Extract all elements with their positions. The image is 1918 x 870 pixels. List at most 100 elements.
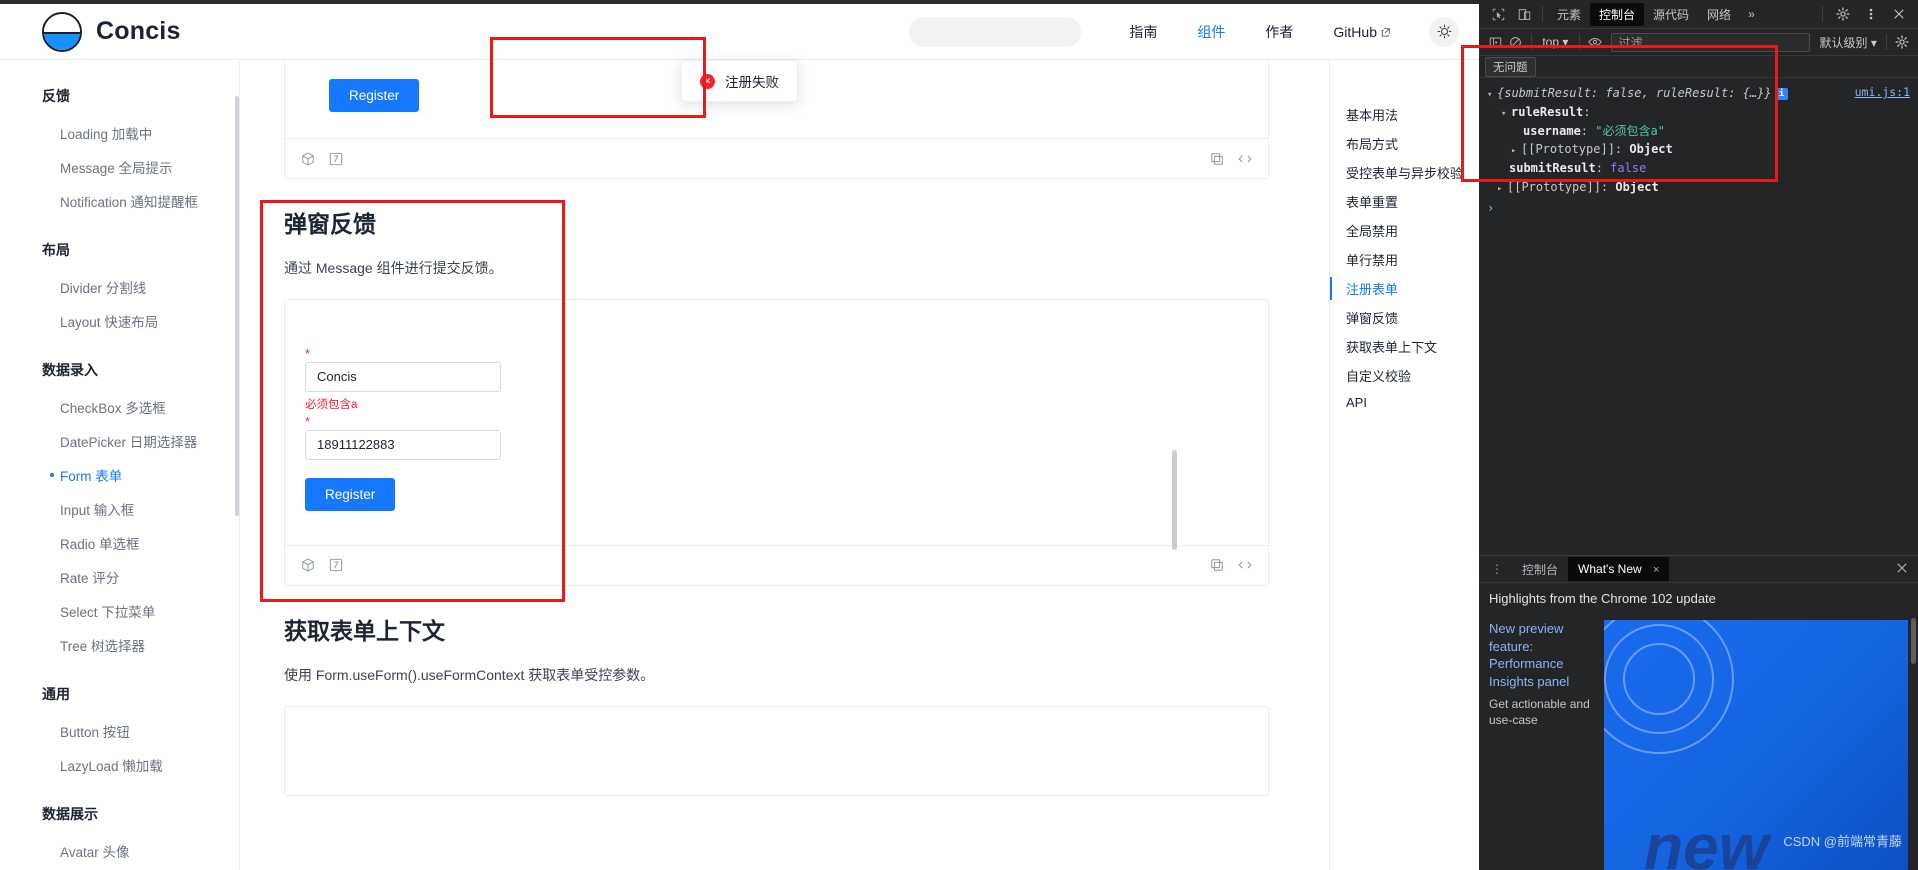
log-key: [[Prototype]] — [1507, 180, 1601, 194]
nav-label: 组件 — [1197, 23, 1226, 40]
vertical-dots-icon[interactable] — [1858, 2, 1884, 26]
codesandbox-icon[interactable] — [301, 151, 315, 166]
toast-message: 注册失败 — [725, 75, 779, 90]
nav-item-github[interactable]: GitHub — [1333, 24, 1391, 40]
sidebar-item-input[interactable]: Input 输入框 — [0, 492, 239, 526]
copy-icon[interactable] — [1210, 152, 1224, 166]
log-key: [[Prototype]] — [1521, 142, 1615, 157]
sidebar-item-select[interactable]: Select 下拉菜单 — [0, 594, 239, 628]
screenshot-root: Concis 指南 组件 作者 GitHub 反馈 Loading 加载中 Me… — [0, 0, 1918, 870]
expand-triangle-icon[interactable]: ▾ — [1501, 108, 1511, 122]
issues-status-chip[interactable]: 无问题 — [1485, 56, 1536, 77]
expand-triangle-icon[interactable]: ▸ — [1497, 183, 1507, 197]
stackblitz-icon[interactable] — [329, 152, 343, 166]
console-prompt[interactable]: › — [1479, 197, 1918, 220]
devtools-more-tabs-icon[interactable]: » — [1740, 7, 1763, 21]
gear-icon[interactable] — [1830, 2, 1856, 26]
console-sidebar-icon[interactable] — [1485, 30, 1505, 54]
clear-console-icon[interactable] — [1505, 30, 1525, 54]
toc-item-api[interactable]: API — [1330, 390, 1479, 415]
log-source-link[interactable]: umi.js:1 — [1855, 84, 1910, 197]
nav-item-components[interactable]: 组件 — [1197, 22, 1225, 42]
sidebar-item-form[interactable]: Form 表单 — [0, 458, 239, 492]
table-of-contents: 基本用法 布局方式 受控表单与异步校验 表单重置 全局禁用 单行禁用 注册表单 … — [1329, 60, 1479, 870]
drag-dots-icon[interactable]: ⋮ — [1483, 562, 1512, 576]
toc-item-global-disabled[interactable]: 全局禁用 — [1330, 216, 1479, 245]
sidebar-item-layout[interactable]: Layout 快速布局 — [0, 304, 239, 338]
sidebar-item-message[interactable]: Message 全局提示 — [0, 150, 239, 184]
document-scrollbar[interactable] — [1172, 450, 1177, 550]
nav-item-author[interactable]: 作者 — [1265, 22, 1293, 42]
inspect-cursor-icon[interactable] — [1485, 2, 1511, 26]
device-toolbar-icon[interactable] — [1511, 2, 1537, 26]
close-icon[interactable] — [1886, 2, 1912, 26]
sidebar-item-rate[interactable]: Rate 评分 — [0, 560, 239, 594]
section-description: 通过 Message 组件进行提交反馈。 — [284, 260, 503, 276]
sidebar-item-radio[interactable]: Radio 单选框 — [0, 526, 239, 560]
toc-item-reset[interactable]: 表单重置 — [1330, 187, 1479, 216]
toc-item-basic[interactable]: 基本用法 — [1330, 100, 1479, 129]
search-box[interactable] — [900, 16, 1082, 47]
nav-item-guide[interactable]: 指南 — [1129, 22, 1157, 42]
nav-label: GitHub — [1333, 23, 1377, 40]
demo-card-footer — [285, 138, 1268, 178]
whats-new-scrollbar[interactable] — [1911, 618, 1916, 664]
sidebar-item-checkbox[interactable]: CheckBox 多选框 — [0, 390, 239, 424]
browser-viewport: Concis 指南 组件 作者 GitHub 反馈 Loading 加载中 Me… — [0, 0, 1479, 870]
console-level-selector[interactable]: 默认级别 ▾ — [1816, 34, 1881, 51]
drawer-tab-whats-new[interactable]: What's New × — [1568, 557, 1670, 581]
console-filter-placeholder: 过滤 — [1618, 35, 1643, 50]
toast-layer: ✕ 注册失败 — [0, 60, 1479, 102]
console-filter-input[interactable]: 过滤 — [1611, 32, 1810, 52]
stackblitz-icon[interactable] — [329, 558, 343, 572]
live-expression-eye-icon[interactable] — [1585, 30, 1605, 54]
sidebar-item-datepicker[interactable]: DatePicker 日期选择器 — [0, 424, 239, 458]
drawer-tab-console[interactable]: 控制台 — [1512, 556, 1568, 583]
username-input[interactable] — [305, 361, 501, 392]
sidebar-item-tree[interactable]: Tree 树选择器 — [0, 628, 239, 662]
toc-item-controlled-async[interactable]: 受控表单与异步校验 — [1330, 158, 1479, 187]
sidebar-scrollbar[interactable] — [235, 96, 239, 516]
devtools-tab-console[interactable]: 控制台 — [1590, 2, 1645, 26]
toc-item-custom-validation[interactable]: 自定义校验 — [1330, 361, 1479, 390]
info-badge-icon[interactable]: i — [1775, 88, 1788, 100]
watermark: CSDN @前端常青藤 — [1783, 834, 1902, 849]
sidebar-item-divider[interactable]: Divider 分割线 — [0, 270, 239, 304]
sidebar-item-lazyload[interactable]: LazyLoad 懒加载 — [0, 748, 239, 782]
whats-new-item-link[interactable]: New preview feature: Performance Insight… — [1489, 620, 1594, 690]
console-context-selector[interactable]: top ▾ — [1536, 35, 1574, 49]
theme-toggle-button[interactable] — [1429, 16, 1459, 47]
log-value: Object — [1629, 142, 1673, 157]
brand[interactable]: Concis — [0, 11, 300, 52]
drawer-close-icon[interactable] — [1886, 562, 1918, 577]
log-value: false — [1610, 161, 1647, 176]
sidebar-item-button[interactable]: Button 按钮 — [0, 714, 239, 748]
code-icon[interactable] — [1238, 558, 1252, 572]
drawer-tab-label: What's New — [1578, 562, 1642, 576]
toc-item-register-form[interactable]: 注册表单 — [1330, 274, 1479, 303]
log-summary-line[interactable]: ▾ {submitResult: false, ruleResult: {…}} i — [1487, 84, 1855, 103]
expand-triangle-icon[interactable]: ▸ — [1511, 145, 1521, 159]
close-icon[interactable]: × — [1653, 564, 1659, 576]
codesandbox-icon[interactable] — [301, 558, 315, 572]
code-icon[interactable] — [1238, 152, 1252, 166]
required-mark: * — [305, 345, 311, 361]
sidebar-item-loading[interactable]: Loading 加载中 — [0, 116, 239, 150]
sidebar-item-notification[interactable]: Notification 通知提醒框 — [0, 184, 239, 218]
console-settings-gear-icon[interactable] — [1892, 30, 1912, 54]
sidebar-item-avatar[interactable]: Avatar 头像 — [0, 834, 239, 868]
toc-item-popup-feedback[interactable]: 弹窗反馈 — [1330, 303, 1479, 332]
devtools-tab-network[interactable]: 网络 — [1698, 3, 1740, 26]
search-input[interactable] — [900, 24, 1070, 39]
copy-icon[interactable] — [1210, 558, 1224, 572]
form-submit-button[interactable]: Register — [305, 477, 396, 511]
toc-item-row-disabled[interactable]: 单行禁用 — [1330, 245, 1479, 274]
toc-item-form-context[interactable]: 获取表单上下文 — [1330, 332, 1479, 361]
expand-triangle-icon[interactable]: ▾ — [1487, 89, 1497, 103]
devtools-tab-sources[interactable]: 源代码 — [1644, 3, 1698, 26]
devtools-tab-elements[interactable]: 元素 — [1548, 3, 1590, 26]
phone-input[interactable] — [305, 429, 501, 460]
form-context-demo-card — [284, 705, 1269, 796]
toc-item-layout[interactable]: 布局方式 — [1330, 129, 1479, 158]
devtools-toolbar: 元素 控制台 源代码 网络 » — [1479, 0, 1918, 29]
